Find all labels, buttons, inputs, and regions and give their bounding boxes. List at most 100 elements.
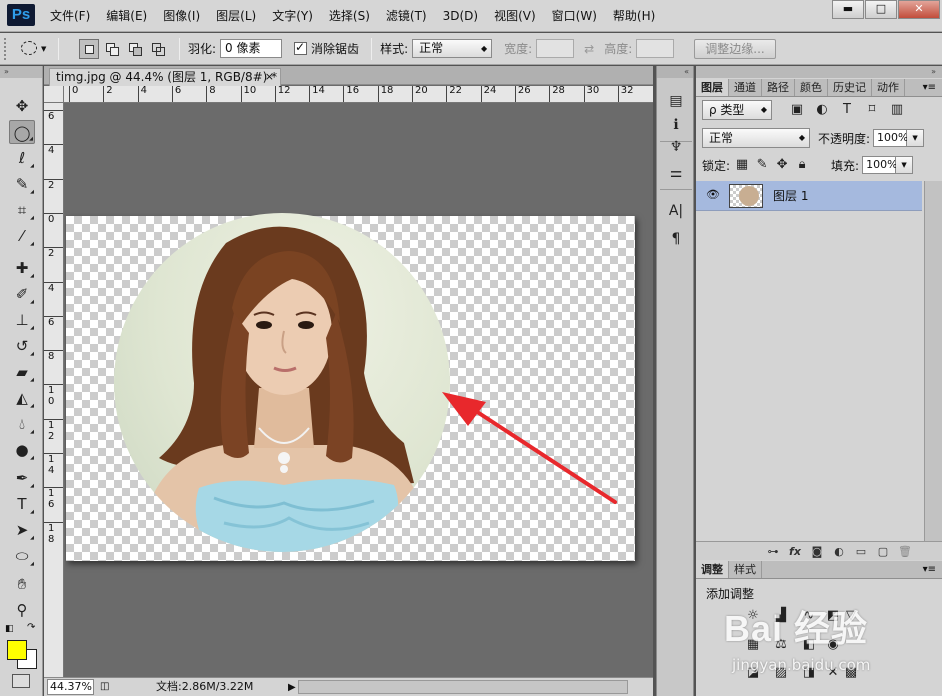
menu-window[interactable]: 窗口(W): [544, 0, 605, 32]
eyedropper-icon[interactable]: ⁄ ◢: [9, 224, 35, 248]
lock-position-icon[interactable]: ✥: [773, 156, 791, 174]
refine-edge-button[interactable]: 调整边缘...: [694, 38, 776, 59]
vertical-ruler[interactable]: 6 4 2 0 2 4 6 8 1 0 1 2 1 4 1 6 1 8: [44, 103, 64, 677]
link-icon[interactable]: ⊶: [762, 545, 784, 558]
status-menu-arrow[interactable]: ▶: [288, 679, 296, 696]
swap-colors-icon[interactable]: ↷: [27, 622, 35, 633]
add-to-selection-button[interactable]: [102, 39, 122, 59]
quick-selection-icon[interactable]: ✎ ◢: [9, 172, 35, 196]
history-brush-icon[interactable]: ↺ ◢: [9, 334, 35, 358]
right-collapse-bar[interactable]: »: [696, 66, 942, 78]
filter-type-icon[interactable]: T: [838, 101, 856, 119]
tool-preset-picker[interactable]: ▼: [18, 38, 50, 60]
menu-select[interactable]: 选择(S): [321, 0, 378, 32]
layer-name[interactable]: 图层 1: [773, 181, 808, 211]
posterize-icon[interactable]: ▨: [772, 664, 790, 682]
minimize-button[interactable]: ▬: [832, 0, 864, 19]
ruler-origin[interactable]: [44, 86, 64, 103]
tab-actions[interactable]: 动作: [872, 79, 905, 96]
crop-icon[interactable]: ⌗ ◢: [9, 198, 35, 222]
antialias-checkbox[interactable]: [294, 40, 308, 55]
mask-icon[interactable]: ◙: [806, 545, 828, 558]
lock-transparent-icon[interactable]: ▦: [733, 156, 751, 174]
intersect-selection-button[interactable]: [148, 39, 168, 59]
vibrance-icon[interactable]: ▽: [842, 607, 860, 625]
brush-panel-icon[interactable]: ⚌: [664, 162, 688, 184]
zoom-icon[interactable]: ⚲: [9, 598, 35, 622]
zoom-level-field[interactable]: 44.37%: [47, 679, 94, 695]
brush-presets-icon[interactable]: ♆: [664, 136, 688, 158]
new-selection-button[interactable]: [79, 38, 99, 59]
dodge-icon[interactable]: ● ◢: [9, 438, 35, 462]
tab-color[interactable]: 颜色: [795, 79, 828, 96]
eye-icon[interactable]: 👁︎: [706, 188, 720, 202]
gradient-map-icon[interactable]: ✕: [824, 664, 842, 682]
invert-icon[interactable]: ◪: [744, 664, 762, 682]
menu-type[interactable]: 文字(Y): [264, 0, 321, 32]
menu-image[interactable]: 图像(I): [155, 0, 208, 32]
menu-view[interactable]: 视图(V): [486, 0, 544, 32]
lock-all-icon[interactable]: 🔒︎: [793, 156, 811, 174]
menu-filter[interactable]: 滤镜(T): [378, 0, 435, 32]
tools-collapse-bar[interactable]: »: [0, 66, 42, 78]
quick-mask-icon[interactable]: [12, 674, 30, 688]
filter-smart-object-icon[interactable]: ▥: [888, 101, 906, 119]
layer-thumbnail[interactable]: [729, 184, 763, 208]
pen-icon[interactable]: ✒ ◢: [9, 466, 35, 490]
opacity-input[interactable]: 100%: [873, 129, 909, 147]
ellipse-marquee-icon[interactable]: ◯ ◢: [9, 120, 35, 144]
tab-styles[interactable]: 样式: [729, 561, 762, 578]
filter-shape-icon[interactable]: ⌑: [863, 101, 881, 119]
paragraph-panel-icon[interactable]: ¶: [664, 228, 688, 250]
style-select[interactable]: 正常 ◆: [412, 39, 493, 58]
filter-pixel-icon[interactable]: ▣: [788, 101, 806, 119]
ellipse-shape-icon[interactable]: ⬭ ◢: [9, 544, 35, 568]
threshold-icon[interactable]: ◨: [800, 664, 818, 682]
blend-mode-select[interactable]: 正常 ◆: [702, 128, 810, 148]
options-grip[interactable]: [4, 37, 10, 60]
color-balance-icon[interactable]: ⚖: [772, 636, 790, 654]
menu-help[interactable]: 帮助(H): [605, 0, 663, 32]
canvas-viewport[interactable]: [65, 104, 653, 676]
panel-menu-icon[interactable]: ▾≡: [923, 561, 936, 578]
brush-icon[interactable]: ✐ ◢: [9, 282, 35, 306]
path-selection-icon[interactable]: ➤ ◢: [9, 518, 35, 542]
eraser-icon[interactable]: ▰ ◢: [9, 360, 35, 384]
tab-layers[interactable]: 图层: [696, 79, 729, 96]
default-colors-icon[interactable]: ◧: [5, 624, 14, 634]
panel-menu-icon[interactable]: ▾≡: [923, 79, 936, 96]
menu-file[interactable]: 文件(F): [42, 0, 98, 32]
brightness-icon[interactable]: ☼: [744, 607, 762, 625]
fx-icon[interactable]: fx: [784, 545, 806, 558]
swap-icon[interactable]: ⇄: [584, 42, 594, 56]
layer-list-scrollbar[interactable]: [924, 181, 942, 541]
clone-stamp-icon[interactable]: ⊥ ◢: [9, 308, 35, 332]
photo-filter-icon[interactable]: ◉: [824, 636, 842, 654]
strip-collapse-bar[interactable]: «: [657, 66, 693, 78]
menu-edit[interactable]: 编辑(E): [98, 0, 155, 32]
new-layer-icon[interactable]: ▢: [872, 545, 894, 558]
info-icon[interactable]: ◫: [100, 678, 109, 696]
folder-icon[interactable]: ▭: [850, 545, 872, 558]
close-button[interactable]: ✕: [898, 0, 940, 19]
layer-filter-select[interactable]: ρ 类型 ◆: [702, 100, 772, 120]
maximize-button[interactable]: □: [865, 0, 897, 19]
width-input[interactable]: [536, 39, 575, 58]
tab-adjustments[interactable]: 调整: [696, 561, 729, 578]
chevron-down-icon[interactable]: ▼: [907, 129, 925, 147]
black-white-icon[interactable]: ◧: [800, 636, 818, 654]
trash-icon[interactable]: 🗑︎: [894, 545, 916, 558]
tab-paths[interactable]: 路径: [762, 79, 795, 96]
paint-bucket-icon[interactable]: ◭ ◢: [9, 386, 35, 410]
adjustment-icon[interactable]: ◐: [828, 545, 850, 558]
chevron-down-icon[interactable]: ▼: [896, 156, 914, 174]
healing-brush-icon[interactable]: ✚ ◢: [9, 256, 35, 280]
hue-saturation-icon[interactable]: ▦: [744, 636, 762, 654]
exposure-icon[interactable]: ◩: [824, 607, 842, 625]
tab-history[interactable]: 历史记: [828, 79, 872, 96]
hand-icon[interactable]: ✋︎: [9, 572, 35, 596]
foreground-color-swatch[interactable]: [7, 640, 27, 660]
menu-layer[interactable]: 图层(L): [208, 0, 264, 32]
filter-adjustment-icon[interactable]: ◐: [813, 101, 831, 119]
type-icon[interactable]: T ◢: [9, 492, 35, 516]
